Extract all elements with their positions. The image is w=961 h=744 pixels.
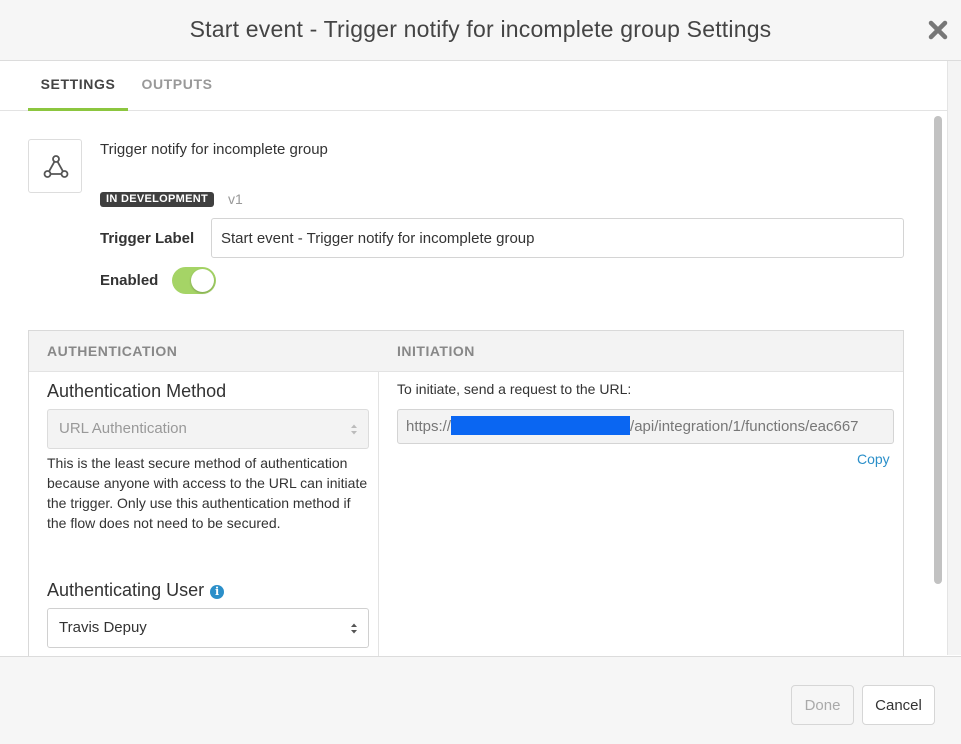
enabled-label: Enabled	[100, 272, 159, 289]
select-arrows-icon	[351, 623, 357, 634]
copy-url-link[interactable]: Copy	[857, 451, 890, 467]
close-icon[interactable]	[927, 19, 949, 41]
initiation-header: INITIATION	[397, 343, 475, 359]
toggle-knob	[191, 269, 214, 292]
trigger-label-input[interactable]	[211, 218, 904, 258]
trigger-icon-box	[28, 139, 82, 193]
tab-outputs[interactable]: OUTPUTS	[128, 61, 226, 111]
version-label: v1	[228, 191, 243, 207]
select-arrows-icon	[351, 424, 357, 435]
webhook-icon	[43, 155, 69, 178]
authentication-header: AUTHENTICATION	[47, 343, 178, 359]
authentication-description: This is the least secure method of authe…	[47, 455, 368, 531]
initiation-instruction: To initiate, send a request to the URL:	[397, 381, 632, 397]
initiation-url-field[interactable]: https:///api/integration/1/functions/eac…	[397, 409, 894, 444]
cancel-button[interactable]: Cancel	[862, 685, 935, 725]
authentication-method-select[interactable]: URL Authentication	[47, 409, 369, 449]
done-button[interactable]: Done	[791, 685, 854, 725]
dialog-footer: Done Cancel	[0, 656, 961, 744]
scrollbar-thumb[interactable]	[934, 116, 942, 584]
trigger-label-label: Trigger Label	[100, 230, 195, 247]
tab-settings[interactable]: SETTINGS	[28, 61, 128, 111]
panel-header: AUTHENTICATION INITIATION	[29, 331, 903, 372]
authenticating-user-value: Travis Depuy	[59, 619, 147, 636]
authentication-method-title: Authentication Method	[47, 381, 227, 401]
scrollbar-track[interactable]	[947, 61, 961, 655]
auth-initiation-panel: AUTHENTICATION INITIATION Authentication…	[28, 330, 904, 657]
authenticating-user-select[interactable]: Travis Depuy	[47, 608, 369, 648]
settings-dialog: Start event - Trigger notify for incompl…	[0, 0, 961, 744]
authentication-method-value: URL Authentication	[59, 420, 187, 437]
redacted-host	[451, 416, 631, 435]
dialog-header: Start event - Trigger notify for incompl…	[0, 0, 961, 61]
status-badge: IN DEVELOPMENT	[100, 192, 214, 207]
panel-divider	[378, 372, 379, 657]
tab-bar: SETTINGS OUTPUTS	[0, 61, 947, 111]
info-icon[interactable]: i	[210, 585, 225, 599]
enabled-toggle[interactable]	[172, 267, 216, 294]
authenticating-user-title: Authenticating User i	[47, 580, 225, 601]
trigger-name: Trigger notify for incomplete group	[100, 141, 328, 158]
dialog-title: Start event - Trigger notify for incompl…	[189, 16, 772, 42]
